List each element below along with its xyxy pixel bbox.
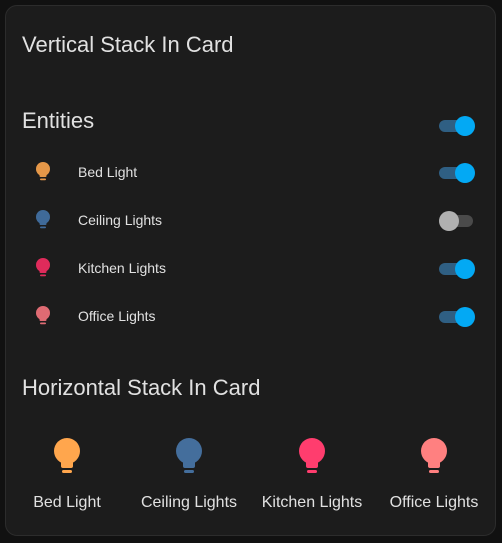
tile-label: Bed Light [33,494,101,511]
tile-label: Kitchen Lights [261,494,363,511]
entity-label: Office Lights [78,308,156,324]
toggle-thumb [455,307,475,327]
entity-toggle-ceiling-lights[interactable] [439,210,475,231]
tile-label: Office Lights [389,494,479,511]
entities-title: Entities [22,108,95,133]
lightbulb-icon [36,258,50,277]
light-tile-office-lights[interactable]: Office Lights [374,431,494,521]
lightbulb-icon [54,438,80,473]
entities-master-toggle[interactable] [439,115,475,136]
lightbulb-icon [421,438,447,473]
vertical-stack-card: Vertical Stack In Card Entities Bed Ligh… [5,5,496,536]
toggle-thumb [455,163,475,183]
light-tile-bed-light[interactable]: Bed Light [7,431,127,521]
entity-toggle-bed-light[interactable] [439,162,475,183]
light-tile-ceiling-lights[interactable]: Ceiling Lights [129,431,249,521]
toggle-thumb [455,116,475,136]
entity-label: Bed Light [78,164,138,180]
lightbulb-icon [299,438,325,473]
horizontal-stack-title: Horizontal Stack In Card [22,375,261,400]
entity-label: Ceiling Lights [78,212,163,228]
entity-row-kitchen-lights[interactable]: Kitchen Lights [6,248,495,288]
lightbulb-icon [36,210,50,229]
entity-row-office-lights[interactable]: Office Lights [6,296,495,336]
lightbulb-icon [36,306,50,325]
entity-row-bed-light[interactable]: Bed Light [6,152,495,192]
toggle-thumb [455,259,475,279]
entity-row-ceiling-lights[interactable]: Ceiling Lights [6,200,495,240]
lightbulb-icon [36,162,50,181]
toggle-thumb [439,211,459,231]
entity-toggle-office-lights[interactable] [439,306,475,327]
card-title: Vertical Stack In Card [22,32,234,57]
tile-label: Ceiling Lights [140,494,238,511]
lightbulb-icon [176,438,202,473]
light-tile-kitchen-lights[interactable]: Kitchen Lights [252,431,372,521]
entity-toggle-kitchen-lights[interactable] [439,258,475,279]
entity-label: Kitchen Lights [78,260,166,276]
